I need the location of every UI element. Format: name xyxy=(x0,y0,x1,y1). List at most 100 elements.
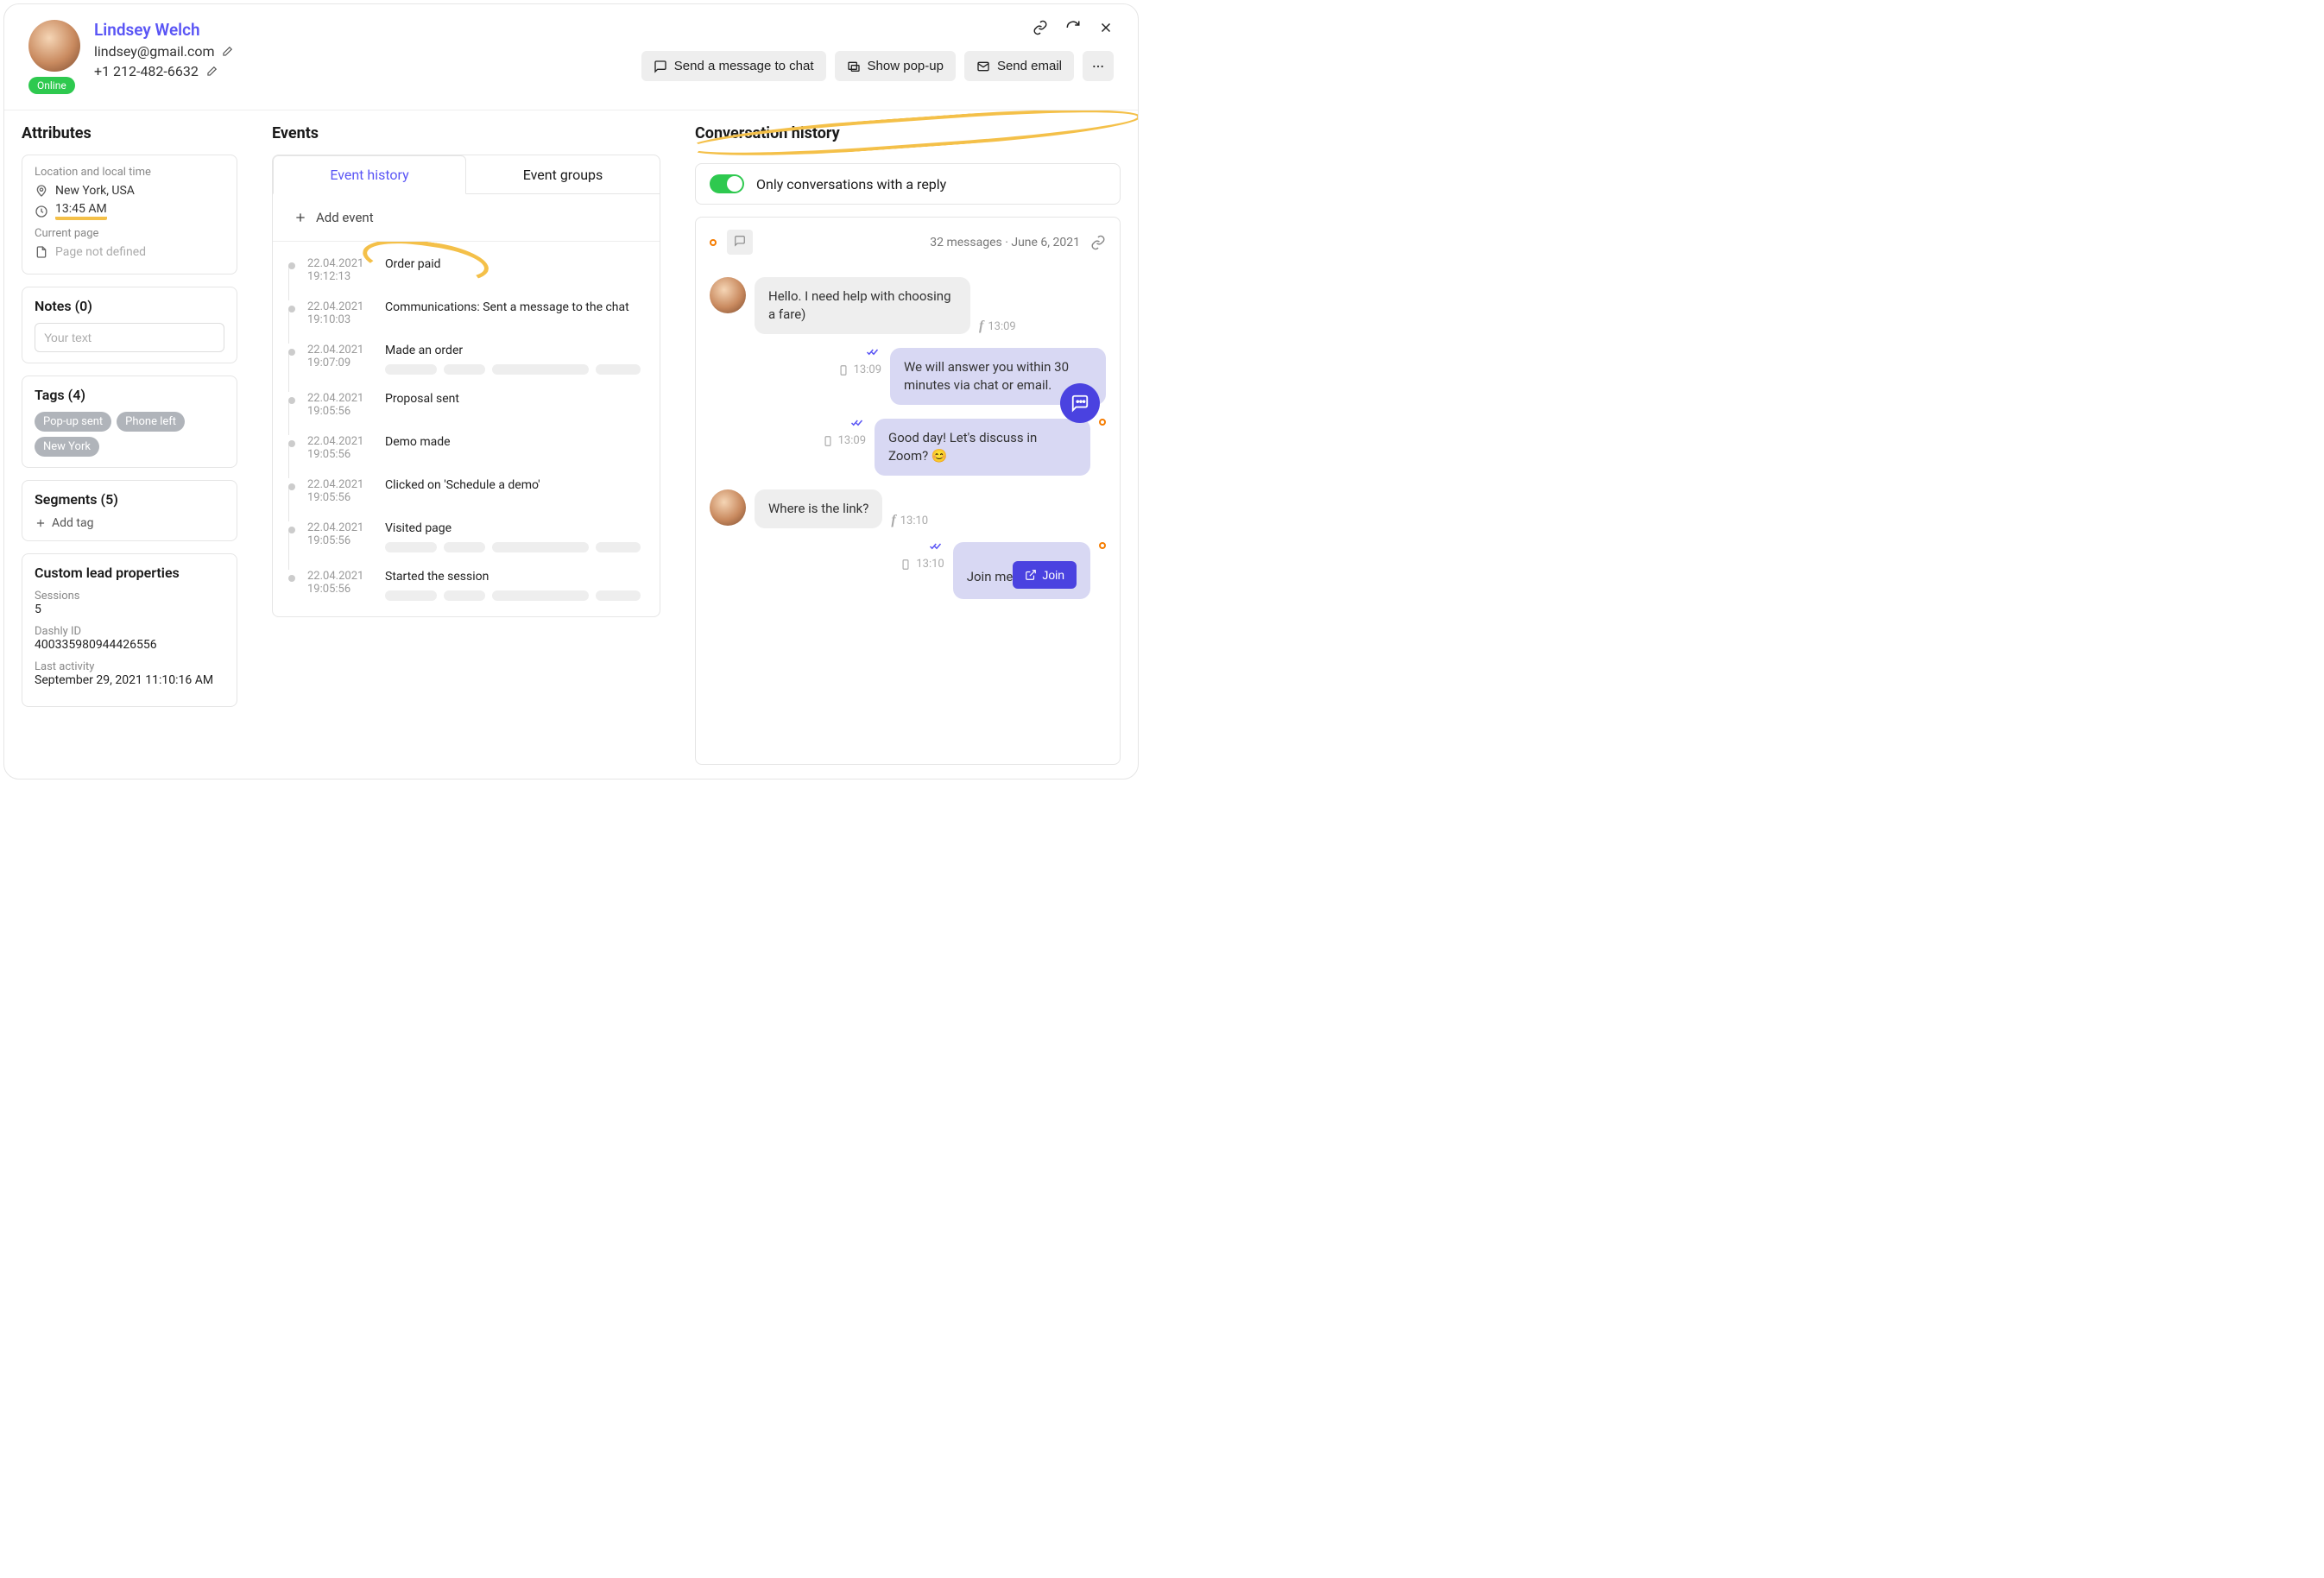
join-button[interactable]: Join xyxy=(1013,561,1077,589)
message-avatar xyxy=(1099,542,1106,549)
event-timestamp: 22.04.202119:05:56 xyxy=(307,570,373,601)
currentpage-label: Current page xyxy=(35,227,224,240)
conversation-meta: 32 messages · June 6, 2021 xyxy=(930,236,1080,249)
notes-title: Notes (0) xyxy=(35,298,224,314)
show-popup-button[interactable]: Show pop-up xyxy=(835,51,956,81)
currentpage-value: Page not defined xyxy=(55,245,146,259)
chat-icon xyxy=(654,60,667,73)
event-row[interactable]: 22.04.202119:05:56 Started the session xyxy=(273,561,646,609)
conv-link-icon[interactable] xyxy=(1090,235,1106,250)
notes-input[interactable] xyxy=(35,323,224,352)
add-event-button[interactable]: Add event xyxy=(273,194,660,242)
message-bubble: Where is the link? xyxy=(755,489,882,528)
more-button[interactable] xyxy=(1083,51,1114,81)
status-badge: Online xyxy=(28,77,75,94)
attributes-title: Attributes xyxy=(22,124,92,142)
plus-icon xyxy=(35,517,47,529)
event-timestamp: 22.04.202119:10:03 xyxy=(307,300,373,326)
conversation-filter: Only conversations with a reply xyxy=(695,163,1121,205)
message-avatar xyxy=(710,277,746,313)
dashlyid-label: Dashly ID xyxy=(35,625,224,638)
conversation-card: 32 messages · June 6, 2021 Hello. I need… xyxy=(695,217,1121,765)
event-row[interactable]: 22.04.202119:05:56 Proposal sent xyxy=(273,383,646,426)
event-name: Made an order xyxy=(385,344,646,375)
profile-header: Online Lindsey Welch lindsey@gmail.com +… xyxy=(4,4,1138,110)
chat-bubble-icon xyxy=(1070,394,1089,413)
lastactivity-label: Last activity xyxy=(35,660,224,673)
message-row: 13:09 Good day! Let's discuss in Zoom? 😊 xyxy=(710,419,1106,476)
event-name: Started the session xyxy=(385,570,646,601)
message-meta: f13:10 xyxy=(891,513,928,528)
event-row[interactable]: 22.04.202119:05:56 Clicked on 'Schedule … xyxy=(273,470,646,513)
dashlyid-value: 400335980944426556 xyxy=(35,638,224,652)
message-bubble: Hello. I need help with choosing a fare) xyxy=(755,277,970,334)
message-meta: 13:09 xyxy=(837,363,881,376)
message-meta: 13:10 xyxy=(900,558,944,571)
link-icon[interactable] xyxy=(1033,20,1048,35)
close-icon[interactable] xyxy=(1098,20,1114,35)
user-email: lindsey@gmail.com xyxy=(94,43,214,60)
event-name: Visited page xyxy=(385,521,646,552)
event-row[interactable]: 22.04.202119:07:09 Made an order xyxy=(273,335,646,383)
event-timestamp: 22.04.202119:05:56 xyxy=(307,435,373,461)
user-phone: +1 212-482-6632 xyxy=(94,63,199,79)
mail-icon xyxy=(976,60,990,73)
tag-chip[interactable]: New York xyxy=(35,437,99,457)
pin-icon xyxy=(35,184,48,198)
custom-props-card: Custom lead properties Sessions5 Dashly … xyxy=(22,553,237,707)
message-meta: 13:09 xyxy=(822,434,866,447)
edit-email-icon[interactable] xyxy=(221,46,233,58)
custom-title: Custom lead properties xyxy=(35,565,224,581)
tab-event-groups[interactable]: Event groups xyxy=(466,155,660,193)
user-avatar xyxy=(28,20,80,72)
send-email-button[interactable]: Send email xyxy=(964,51,1074,81)
tag-chip[interactable]: Phone left xyxy=(117,412,185,432)
event-row[interactable]: 22.04.202119:10:03 Communications: Sent … xyxy=(273,292,646,335)
localtime-value: 13:45 AM xyxy=(55,202,107,220)
event-timestamp: 22.04.202119:12:13 xyxy=(307,257,373,283)
message-avatar xyxy=(1099,419,1106,426)
event-row[interactable]: 22.04.202119:05:56 Demo made xyxy=(273,426,646,470)
location-value: New York, USA xyxy=(55,184,135,198)
event-name: Demo made xyxy=(385,435,646,461)
clock-icon xyxy=(35,205,48,218)
conv-channel-icon xyxy=(727,230,753,255)
refresh-icon[interactable] xyxy=(1065,20,1081,35)
event-row[interactable]: 22.04.202119:05:56 Visited page xyxy=(273,513,646,561)
event-timestamp: 22.04.202119:05:56 xyxy=(307,392,373,418)
chat-fab[interactable] xyxy=(1060,383,1100,423)
events-title: Events xyxy=(272,124,319,142)
notes-card: Notes (0) xyxy=(22,287,237,363)
event-row[interactable]: 22.04.202119:12:13 Order paid xyxy=(273,249,646,292)
location-label: Location and local time xyxy=(35,166,224,179)
page-icon xyxy=(35,245,48,259)
message-bubble: Good day! Let's discuss in Zoom? 😊 xyxy=(875,419,1090,476)
conv-author-avatar xyxy=(710,239,717,246)
segments-card: Segments (5) Add tag xyxy=(22,480,237,541)
reply-filter-label: Only conversations with a reply xyxy=(756,176,946,193)
dots-icon xyxy=(1091,60,1105,73)
event-timestamp: 22.04.202119:05:56 xyxy=(307,478,373,504)
message-row: Hello. I need help with choosing a fare)… xyxy=(710,277,1106,334)
tab-event-history[interactable]: Event history xyxy=(273,155,466,194)
segments-title: Segments (5) xyxy=(35,491,224,508)
event-timestamp: 22.04.202119:05:56 xyxy=(307,521,373,552)
message-row: Where is the link? f13:10 xyxy=(710,489,1106,528)
user-name[interactable]: Lindsey Welch xyxy=(94,20,233,40)
send-chat-button[interactable]: Send a message to chat xyxy=(641,51,826,81)
add-tag-button[interactable]: Add tag xyxy=(35,516,224,530)
tags-title: Tags (4) xyxy=(35,387,224,403)
user-info: Lindsey Welch lindsey@gmail.com +1 212-4… xyxy=(94,20,233,79)
event-name: Clicked on 'Schedule a demo' xyxy=(385,478,646,504)
event-timestamp: 22.04.202119:07:09 xyxy=(307,344,373,375)
avatar-block: Online xyxy=(28,20,80,94)
message-meta: f13:09 xyxy=(979,319,1016,334)
reply-filter-toggle[interactable] xyxy=(710,174,744,193)
edit-phone-icon[interactable] xyxy=(205,66,218,78)
event-name: Communications: Sent a message to the ch… xyxy=(385,300,646,326)
tag-chip[interactable]: Pop-up sent xyxy=(35,412,111,432)
lastactivity-value: September 29, 2021 11:10:16 AM xyxy=(35,673,224,687)
plus-icon xyxy=(294,211,307,224)
message-row: 13:10 Join meJoin xyxy=(710,542,1106,599)
popup-icon xyxy=(847,60,861,73)
